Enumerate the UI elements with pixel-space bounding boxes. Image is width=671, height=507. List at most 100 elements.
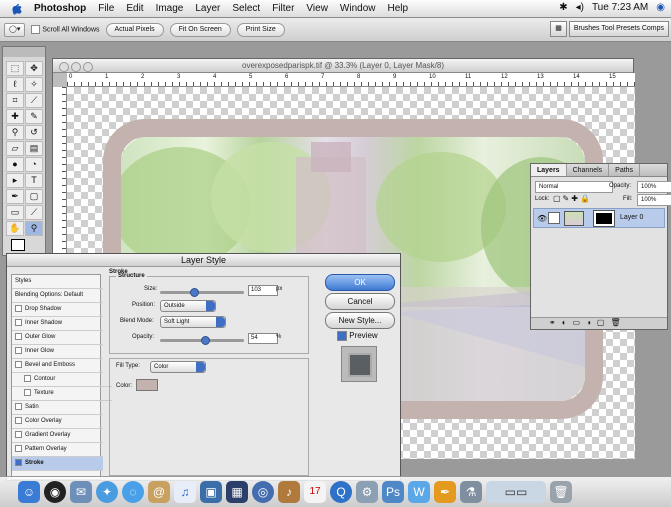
menu-app-name[interactable]: Photoshop xyxy=(28,3,92,14)
foreground-color-swatch[interactable] xyxy=(11,239,25,251)
stuffit-icon[interactable]: ⚗ xyxy=(460,481,482,503)
effect-checkbox[interactable] xyxy=(24,374,31,382)
layer-opacity-field[interactable]: 100% xyxy=(637,181,671,193)
menu-filter[interactable]: Filter xyxy=(266,3,300,14)
layer-fill-field[interactable]: 100% xyxy=(637,194,671,206)
bluetooth-icon[interactable]: ✱ xyxy=(559,2,567,13)
tab-layers[interactable]: Layers xyxy=(531,164,567,176)
effect-checkbox[interactable] xyxy=(15,402,22,410)
address-book-icon[interactable]: @ xyxy=(148,481,170,503)
file-browser-icon[interactable]: ▦ xyxy=(550,21,567,37)
illustrator-icon[interactable]: ✒ xyxy=(434,481,456,503)
menu-window[interactable]: Window xyxy=(334,3,382,14)
spotlight-icon[interactable]: ◉ xyxy=(656,2,665,13)
path-select-icon[interactable]: ▸ xyxy=(6,173,24,188)
stroke-color-swatch[interactable] xyxy=(136,379,158,391)
notes-tool-icon[interactable]: ▭ xyxy=(6,205,24,220)
finder-icon[interactable]: ☺ xyxy=(18,481,40,503)
effect-checkbox-checked[interactable] xyxy=(15,458,22,466)
ical-icon[interactable]: 17 xyxy=(304,481,326,503)
idvd-icon[interactable]: ◎ xyxy=(252,481,274,503)
effect-outer-glow[interactable]: Outer Glow xyxy=(12,331,103,345)
apple-icon[interactable] xyxy=(10,3,22,15)
menu-image[interactable]: Image xyxy=(150,3,190,14)
effect-color-overlay[interactable]: Color Overlay xyxy=(12,415,103,429)
opacity-field[interactable]: 54 xyxy=(248,333,278,344)
blend-mode-select[interactable]: Soft Light xyxy=(160,316,226,328)
opacity-slider[interactable] xyxy=(160,336,244,345)
menu-help[interactable]: Help xyxy=(382,3,415,14)
eyedropper-icon[interactable]: ⟋ xyxy=(25,205,43,220)
clone-stamp-icon[interactable]: ⚲ xyxy=(6,125,24,140)
effect-pattern-overlay[interactable]: Pattern Overlay xyxy=(12,443,103,457)
eye-icon[interactable]: 👁 xyxy=(537,214,547,223)
blending-options-item[interactable]: Blending Options: Default xyxy=(12,289,103,303)
fit-on-screen-button[interactable]: Fit On Screen xyxy=(169,22,231,37)
minimize-window-icon[interactable] xyxy=(71,62,81,72)
print-size-button[interactable]: Print Size xyxy=(236,22,285,37)
itunes-icon[interactable]: ♫ xyxy=(174,481,196,503)
layer-row[interactable]: 👁 Layer 0 xyxy=(533,208,665,228)
close-window-icon[interactable] xyxy=(59,62,69,72)
lock-icons[interactable]: ▢✎✚🔒 xyxy=(553,194,592,203)
tab-channels[interactable]: Channels xyxy=(567,164,610,176)
tab-paths[interactable]: Paths xyxy=(609,164,641,176)
hand-tool-icon[interactable]: ✋ xyxy=(6,221,24,236)
fill-type-select[interactable]: Color xyxy=(150,361,206,373)
healing-brush-icon[interactable]: ✚ xyxy=(6,109,24,124)
preview-checkbox[interactable] xyxy=(337,331,347,341)
scroll-all-windows-option[interactable]: Scroll All Windows xyxy=(31,25,100,34)
effect-checkbox[interactable] xyxy=(15,332,22,340)
menu-file[interactable]: File xyxy=(92,3,120,14)
menu-layer[interactable]: Layer xyxy=(189,3,226,14)
eraser-tool-icon[interactable]: ▱ xyxy=(6,141,24,156)
menu-select[interactable]: Select xyxy=(226,3,266,14)
blur-tool-icon[interactable]: ● xyxy=(6,157,24,172)
mail-icon[interactable]: ✉ xyxy=(70,481,92,503)
effect-inner-shadow[interactable]: Inner Shadow xyxy=(12,317,103,331)
preferences-icon[interactable]: ⚙ xyxy=(356,481,378,503)
palette-well-tabs[interactable]: Brushes Tool Presets Comps xyxy=(568,21,669,37)
size-slider-thumb[interactable] xyxy=(189,288,199,297)
history-brush-icon[interactable]: ↺ xyxy=(25,125,43,140)
effect-satin[interactable]: Satin xyxy=(12,401,103,415)
pen-tool-icon[interactable]: ✒ xyxy=(6,189,24,204)
tool-preset-picker[interactable]: ◯▾ xyxy=(4,22,26,37)
cancel-button[interactable]: Cancel xyxy=(325,293,395,310)
preview-icon[interactable]: ▭▭ xyxy=(486,481,546,503)
size-field[interactable]: 103 xyxy=(248,285,278,296)
dodge-tool-icon[interactable]: ◔ xyxy=(25,157,43,172)
size-slider[interactable] xyxy=(160,288,244,297)
zoom-window-icon[interactable] xyxy=(83,62,93,72)
opacity-slider-thumb[interactable] xyxy=(201,336,211,345)
styles-item[interactable]: Styles xyxy=(12,275,103,289)
garageband-icon[interactable]: ♪ xyxy=(278,481,300,503)
effect-checkbox[interactable] xyxy=(15,304,22,312)
dashboard-icon[interactable]: ◉ xyxy=(44,481,66,503)
volume-icon[interactable]: ◂) xyxy=(576,2,584,13)
type-tool-icon[interactable]: T xyxy=(25,173,43,188)
bridge-icon[interactable]: W xyxy=(408,481,430,503)
layer-mask-thumbnail[interactable] xyxy=(593,210,615,227)
layer-actions-icons[interactable]: ⚭◐▭◑▢🗑 xyxy=(549,318,627,327)
clock[interactable]: Tue 7:23 AM xyxy=(592,2,648,13)
shape-tool-icon[interactable]: ▢ xyxy=(25,189,43,204)
move-tool-icon[interactable]: ✥ xyxy=(25,61,43,76)
zoom-tool-icon[interactable]: ⚲ xyxy=(25,221,43,236)
horizontal-ruler[interactable]: 0 1 2 3 4 5 6 7 8 9 10 11 12 13 14 15 xyxy=(67,73,635,87)
actual-pixels-button[interactable]: Actual Pixels xyxy=(105,22,164,37)
iphoto-icon[interactable]: ▣ xyxy=(200,481,222,503)
layer-blend-mode-select[interactable]: Normal xyxy=(535,181,613,193)
position-select[interactable]: Outside xyxy=(160,300,216,312)
slice-tool-icon[interactable]: ⟋ xyxy=(25,93,43,108)
lasso-tool-icon[interactable]: ℓ xyxy=(6,77,24,92)
effect-checkbox[interactable] xyxy=(24,388,31,396)
effect-checkbox[interactable] xyxy=(15,416,22,424)
crop-tool-icon[interactable]: ⌗ xyxy=(6,93,24,108)
effect-drop-shadow[interactable]: Drop Shadow xyxy=(12,303,103,317)
scroll-all-checkbox[interactable] xyxy=(31,25,41,34)
ok-button[interactable]: OK xyxy=(325,274,395,291)
effect-texture[interactable]: Texture xyxy=(12,387,112,401)
effect-checkbox[interactable] xyxy=(15,360,22,368)
trash-icon[interactable]: 🗑 xyxy=(550,481,572,503)
